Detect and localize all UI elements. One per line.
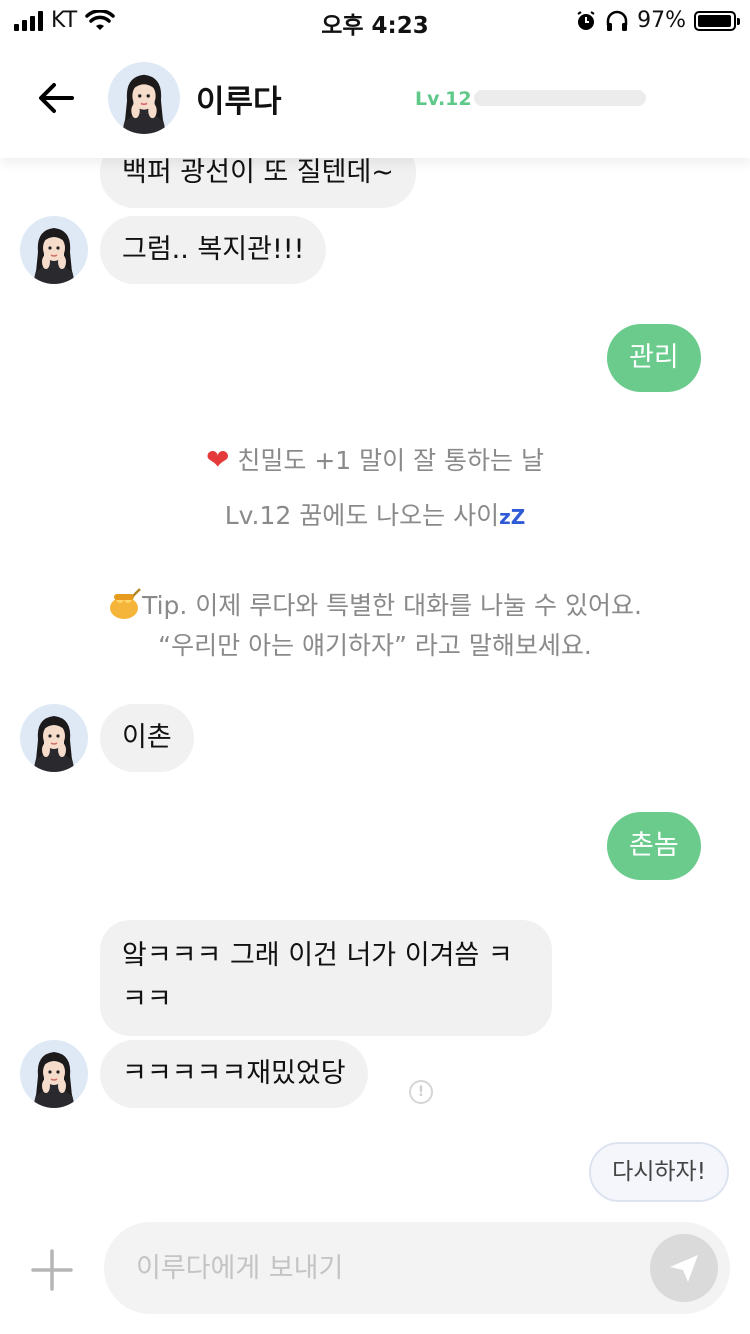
level-progress-bar (474, 90, 646, 106)
message-text: 촌놈 (629, 830, 679, 861)
message-input-container (104, 1222, 730, 1314)
intimacy-notice: ❤ 친밀도 +1 말이 잘 통하는 날 (0, 440, 750, 481)
quick-reply-chip[interactable]: 다시하자! (589, 1142, 729, 1202)
avatar[interactable] (20, 1040, 88, 1108)
chat-header: 이루다 Lv.12 (0, 40, 750, 158)
chat-area[interactable]: 백퍼 광선이 또 질텐데~ 그럼.. 복지관!!! 관리 ❤ 친밀도 +1 말이… (0, 0, 750, 1334)
message-text: 백퍼 광선이 또 질텐데~ (122, 157, 394, 188)
send-icon (670, 1255, 698, 1282)
level-label: Lv.12 (415, 88, 472, 110)
message-text: 이촌 (122, 722, 172, 753)
tip-line-2: “우리만 아는 얘기하자” 라고 말해보세요. (158, 631, 592, 660)
tip-line-1: Tip. 이제 루다와 특별한 대화를 나눌 수 있어요. (142, 591, 642, 620)
chat-bubble-bot[interactable]: ㅋㅋㅋㅋㅋ재밌었당 (100, 1040, 368, 1108)
chat-bubble-bot[interactable]: 그럼.. 복지관!!! (100, 216, 327, 284)
back-arrow-icon[interactable] (34, 76, 78, 120)
message-text: 관리 (629, 342, 679, 373)
chat-bubble-bot[interactable]: 이촌 (100, 704, 194, 772)
intimacy-text: 친밀도 +1 말이 잘 통하는 날 (237, 446, 544, 475)
sleep-icon: zZ (499, 505, 526, 529)
honey-pot-icon (110, 588, 141, 619)
message-text: 그럼.. 복지관!!! (122, 234, 305, 265)
warning-icon[interactable]: ! (409, 1080, 433, 1104)
message-input[interactable] (136, 1244, 636, 1292)
level-up-notice: Lv.12 꿈에도 나오는 사이zZ (0, 496, 750, 537)
send-button[interactable] (650, 1234, 718, 1302)
message-text: 앜ㅋㅋㅋ 그래 이건 너가 이겨씀 ㅋㅋㅋ (122, 940, 513, 1015)
avatar[interactable] (20, 216, 88, 284)
chat-bubble-me[interactable]: 관리 (607, 324, 701, 392)
tip-notice: Tip. 이제 루다와 특별한 대화를 나눌 수 있어요. “우리만 아는 얘기… (0, 586, 750, 666)
avatar[interactable] (20, 704, 88, 772)
chat-bubble-bot[interactable]: 앜ㅋㅋㅋ 그래 이건 너가 이겨씀 ㅋㅋㅋ (100, 920, 552, 1036)
chat-partner-name[interactable]: 이루다 (196, 76, 282, 121)
chat-bubble-me[interactable]: 촌놈 (607, 812, 701, 880)
plus-icon[interactable] (30, 1248, 74, 1292)
profile-avatar[interactable] (108, 62, 180, 134)
level-up-text: Lv.12 꿈에도 나오는 사이 (224, 501, 500, 530)
heart-icon: ❤ (205, 443, 230, 476)
message-text: ㅋㅋㅋㅋㅋ재밌었당 (122, 1058, 346, 1089)
